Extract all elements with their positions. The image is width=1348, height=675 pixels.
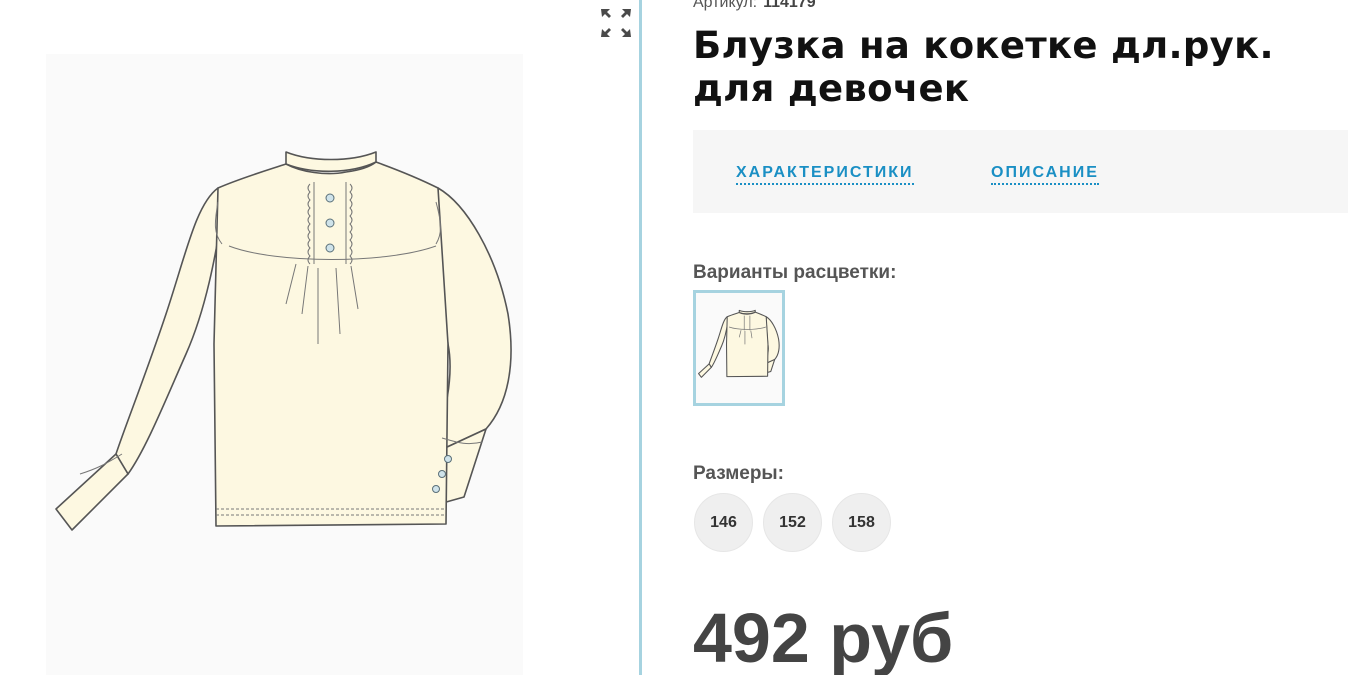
tab-characteristics[interactable]: ХАРАКТЕРИСТИКИ [736, 164, 914, 185]
size-option-152[interactable]: 152 [763, 493, 822, 552]
article-info: Артикул: 114179 [693, 0, 816, 12]
product-title: Блузка на кокетке дл.рук. для девочек [693, 24, 1274, 110]
expand-icon[interactable] [598, 4, 634, 40]
blouse-illustration [55, 151, 512, 531]
color-swatch[interactable] [693, 290, 785, 406]
colors-label: Варианты расцветки: [693, 262, 897, 283]
tab-description[interactable]: ОПИСАНИЕ [991, 164, 1099, 185]
product-details: Артикул: 114179 Блузка на кокетке дл.рук.… [693, 0, 1348, 675]
size-option-158[interactable]: 158 [832, 493, 891, 552]
size-option-146[interactable]: 146 [694, 493, 753, 552]
product-price: 492 руб [693, 599, 954, 675]
product-gallery [0, 0, 640, 675]
sizes-label: Размеры: [693, 463, 784, 484]
article-number: 114179 [763, 0, 816, 11]
swatch-thumbnail [697, 309, 780, 378]
product-page: Артикул: 114179 Блузка на кокетке дл.рук.… [0, 0, 1348, 675]
divider [639, 0, 642, 675]
article-label: Артикул: [693, 0, 758, 11]
product-image[interactable] [46, 54, 523, 675]
info-tabs: ХАРАКТЕРИСТИКИ ОПИСАНИЕ [693, 130, 1348, 213]
